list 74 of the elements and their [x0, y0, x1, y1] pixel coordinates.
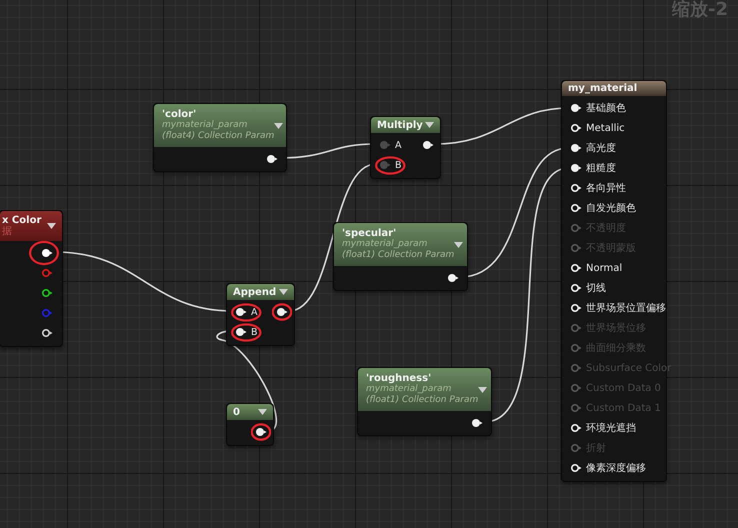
- pin-label: 基础颜色: [586, 102, 626, 115]
- pin-label: 世界场景位置偏移: [586, 302, 666, 315]
- pin-icon[interactable]: [266, 154, 278, 164]
- node-subtitle: (float1) Collection Param: [342, 250, 454, 261]
- node-card[interactable]: 0: [226, 403, 274, 446]
- pin-label: Metallic: [586, 122, 625, 134]
- node-title: 'roughness': [366, 373, 432, 384]
- node-subtitle: (float4) Collection Param: [162, 131, 274, 142]
- pin-label: B: [395, 160, 402, 170]
- pin-icon[interactable]: [570, 143, 582, 153]
- caret-icon[interactable]: [47, 223, 56, 229]
- pin-icon[interactable]: [447, 273, 459, 283]
- pin-label: 高光度: [586, 142, 616, 155]
- node-subtitle: 据: [2, 226, 13, 238]
- caret-icon[interactable]: [258, 409, 267, 415]
- caret-icon[interactable]: [425, 122, 434, 128]
- node-card[interactable]: x Color 据: [0, 210, 63, 347]
- node-title: Append: [233, 286, 276, 298]
- node-subtitle: mymaterial_param: [162, 120, 248, 131]
- pin-icon[interactable]: [422, 140, 434, 150]
- pin-icon[interactable]: [41, 328, 53, 338]
- pin-icon[interactable]: [255, 427, 267, 437]
- pin-icon[interactable]: [276, 307, 288, 317]
- pin-icon[interactable]: [570, 163, 582, 173]
- pin-label: 自发光颜色: [586, 202, 636, 215]
- node-title: 0: [233, 406, 240, 418]
- pin-icon[interactable]: [570, 283, 582, 293]
- node-title: Multiply: [377, 120, 423, 130]
- pin-icon[interactable]: [570, 183, 582, 193]
- node-card[interactable]: 'specular' mymaterial_param (float1) Collection Param: [333, 222, 468, 291]
- node-title: my_material: [568, 83, 638, 94]
- pin-label: 环境光遮挡: [586, 422, 636, 435]
- pin-icon[interactable]: [570, 303, 582, 313]
- pin-label: Normal: [586, 262, 622, 274]
- pin-label: A: [251, 306, 258, 318]
- node-header[interactable]: 'specular' mymaterial_param (float1) Collection Param: [334, 223, 467, 266]
- pin-label: 像素深度偏移: [586, 462, 646, 475]
- node-header[interactable]: Append: [227, 284, 294, 300]
- node-card[interactable]: Append A B: [226, 283, 295, 346]
- node-title: 'specular': [342, 228, 398, 239]
- caret-icon[interactable]: [478, 386, 488, 392]
- node-header[interactable]: x Color 据: [0, 211, 62, 241]
- pin-icon[interactable]: [41, 288, 53, 298]
- node-header[interactable]: Multiply: [371, 117, 440, 133]
- pin-icon[interactable]: [570, 203, 582, 213]
- pin-label: B: [251, 326, 258, 338]
- node-subtitle: mymaterial_param: [342, 239, 428, 250]
- node-card[interactable]: 'color' mymaterial_param (float4) Collection Param: [153, 103, 287, 172]
- pin-icon[interactable]: [235, 327, 247, 337]
- node-card[interactable]: 'roughness' mymaterial_param (float1) Collection Param: [357, 367, 492, 436]
- node-title: 'color': [162, 109, 198, 120]
- node-header[interactable]: 'color' mymaterial_param (float4) Collection Param: [154, 104, 286, 147]
- node-header[interactable]: my_material: [562, 81, 666, 96]
- node-subtitle: (float1) Collection Param: [366, 395, 478, 406]
- pin-icon[interactable]: [41, 248, 53, 258]
- pin-label: 切线: [586, 282, 606, 295]
- pin-icon[interactable]: [570, 103, 582, 113]
- node-header[interactable]: 'roughness' mymaterial_param (float1) Collection Param: [358, 368, 491, 411]
- pin-icon[interactable]: [570, 463, 582, 473]
- node-subtitle: mymaterial_param: [366, 384, 452, 395]
- node-header[interactable]: 0: [227, 404, 273, 420]
- pin-icon[interactable]: [235, 307, 247, 317]
- caret-icon[interactable]: [454, 242, 464, 248]
- node-card[interactable]: Multiply A B: [370, 116, 441, 179]
- caret-icon[interactable]: [279, 289, 288, 295]
- node-title: x Color: [2, 214, 42, 226]
- pin-icon[interactable]: [570, 423, 582, 433]
- pin-label: A: [395, 140, 402, 150]
- pin-icon[interactable]: [570, 263, 582, 273]
- pin-icon[interactable]: [471, 418, 483, 428]
- pin-icon[interactable]: [570, 123, 582, 133]
- pin-label: 粗糙度: [586, 162, 616, 175]
- pin-label: 各向异性: [586, 182, 626, 195]
- caret-icon[interactable]: [274, 122, 284, 128]
